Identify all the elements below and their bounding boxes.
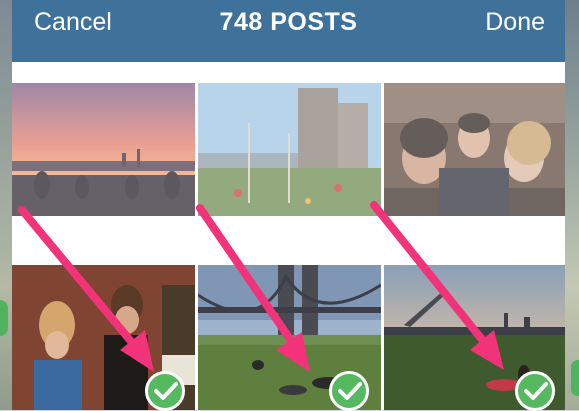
selected-check-badge[interactable] <box>145 371 185 411</box>
selected-check-badge[interactable] <box>329 371 369 411</box>
done-button[interactable]: Done <box>485 8 545 37</box>
check-icon <box>338 382 362 400</box>
background-left <box>0 0 12 410</box>
post-picker-modal: Cancel 748 POSTS Done <box>12 0 565 410</box>
top-bar: Cancel 748 POSTS Done <box>12 0 565 62</box>
check-icon <box>524 382 548 400</box>
check-icon <box>154 382 178 400</box>
background-check-peek <box>571 360 579 396</box>
photo-tile[interactable] <box>384 83 565 216</box>
unselected-overlay <box>384 83 565 216</box>
selected-check-badge[interactable] <box>515 371 555 411</box>
unselected-overlay <box>12 83 195 216</box>
photo-tile[interactable] <box>198 83 381 216</box>
photo-tile[interactable] <box>12 83 195 216</box>
post-count-title: 748 POSTS <box>219 8 358 36</box>
background-check-peek <box>0 300 8 336</box>
background-right <box>565 0 579 410</box>
unselected-overlay <box>198 83 381 216</box>
